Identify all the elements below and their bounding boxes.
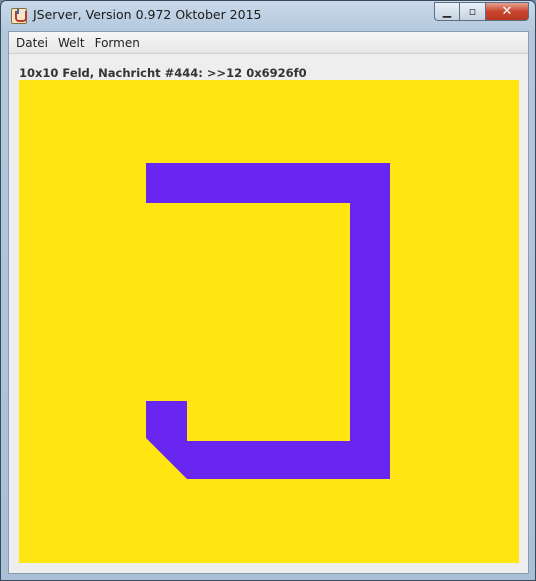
board-canvas[interactable] — [19, 80, 519, 563]
client-area: Datei Welt Formen 10x10 Feld, Nachricht … — [8, 31, 529, 574]
maximize-icon: ▫ — [468, 5, 477, 18]
menu-bar: Datei Welt Formen — [9, 32, 528, 54]
close-button[interactable]: ✕ — [486, 2, 529, 21]
menu-datei[interactable]: Datei — [11, 32, 53, 54]
maximize-button[interactable]: ▫ — [460, 2, 486, 21]
status-message: 10x10 Feld, Nachricht #444: >>12 0x6926f… — [19, 66, 307, 80]
minimize-icon: ▁ — [442, 5, 452, 18]
window-title: JServer, Version 0.972 Oktober 2015 — [33, 7, 262, 22]
java-icon — [11, 8, 27, 24]
minimize-button[interactable]: ▁ — [434, 2, 460, 21]
board-background — [19, 80, 519, 563]
menu-formen[interactable]: Formen — [90, 32, 145, 54]
title-bar[interactable]: JServer, Version 0.972 Oktober 2015 ▁ ▫ … — [1, 1, 535, 31]
app-window: JServer, Version 0.972 Oktober 2015 ▁ ▫ … — [0, 0, 536, 581]
close-icon: ✕ — [501, 4, 513, 19]
window-controls: ▁ ▫ ✕ — [434, 2, 529, 21]
menu-welt[interactable]: Welt — [53, 32, 90, 54]
